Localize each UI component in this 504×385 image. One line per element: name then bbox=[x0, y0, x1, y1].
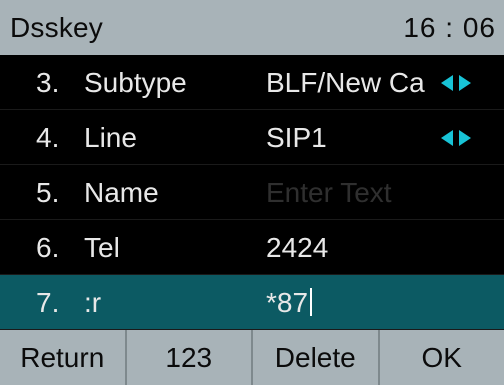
input-mode-button[interactable]: 123 bbox=[127, 330, 253, 385]
arrow-right-icon[interactable] bbox=[458, 74, 472, 92]
phone-screen: Dsskey 16 : 06 3. Subtype BLF/New Ca 4. … bbox=[0, 0, 504, 385]
title-bar: Dsskey 16 : 06 bbox=[0, 0, 504, 55]
row-number: 4. bbox=[36, 122, 60, 153]
row-label: Subtype bbox=[84, 67, 187, 98]
subtype-arrows[interactable] bbox=[440, 74, 482, 92]
row-label: Line bbox=[84, 122, 137, 153]
subtype-value: BLF/New Ca bbox=[266, 67, 425, 98]
settings-list: 3. Subtype BLF/New Ca 4. Line SIP1 5. Na… bbox=[0, 55, 504, 330]
row-line[interactable]: 4. Line SIP1 bbox=[0, 110, 504, 165]
row-number: 5. bbox=[36, 177, 60, 208]
delete-button[interactable]: Delete bbox=[253, 330, 380, 385]
row-value-selected[interactable]: 7. :r *87 bbox=[0, 275, 504, 330]
row-name[interactable]: 5. Name Enter Text bbox=[0, 165, 504, 220]
ok-button[interactable]: OK bbox=[380, 330, 504, 385]
name-input[interactable]: Enter Text bbox=[266, 177, 432, 209]
value-input[interactable]: *87 bbox=[266, 287, 432, 319]
arrow-left-icon[interactable] bbox=[440, 74, 454, 92]
row-number: 6. bbox=[36, 232, 60, 263]
arrow-right-icon[interactable] bbox=[458, 129, 472, 147]
value-text: *87 bbox=[266, 287, 309, 318]
return-button[interactable]: Return bbox=[0, 330, 127, 385]
row-number: 7. bbox=[36, 287, 60, 318]
row-subtype[interactable]: 3. Subtype BLF/New Ca bbox=[0, 55, 504, 110]
tel-input[interactable]: 2424 bbox=[266, 232, 432, 264]
line-value: SIP1 bbox=[266, 122, 327, 153]
row-label: Tel bbox=[84, 232, 120, 263]
row-label: :r bbox=[84, 287, 102, 318]
clock: 16 : 06 bbox=[403, 11, 496, 43]
row-number: 3. bbox=[36, 67, 60, 98]
row-tel[interactable]: 6. Tel 2424 bbox=[0, 220, 504, 275]
page-title: Dsskey bbox=[10, 11, 103, 43]
line-arrows[interactable] bbox=[440, 129, 482, 147]
text-cursor bbox=[310, 288, 313, 316]
arrow-left-icon[interactable] bbox=[440, 129, 454, 147]
softkey-bar: Return 123 Delete OK bbox=[0, 330, 504, 385]
row-label: Name bbox=[84, 177, 159, 208]
